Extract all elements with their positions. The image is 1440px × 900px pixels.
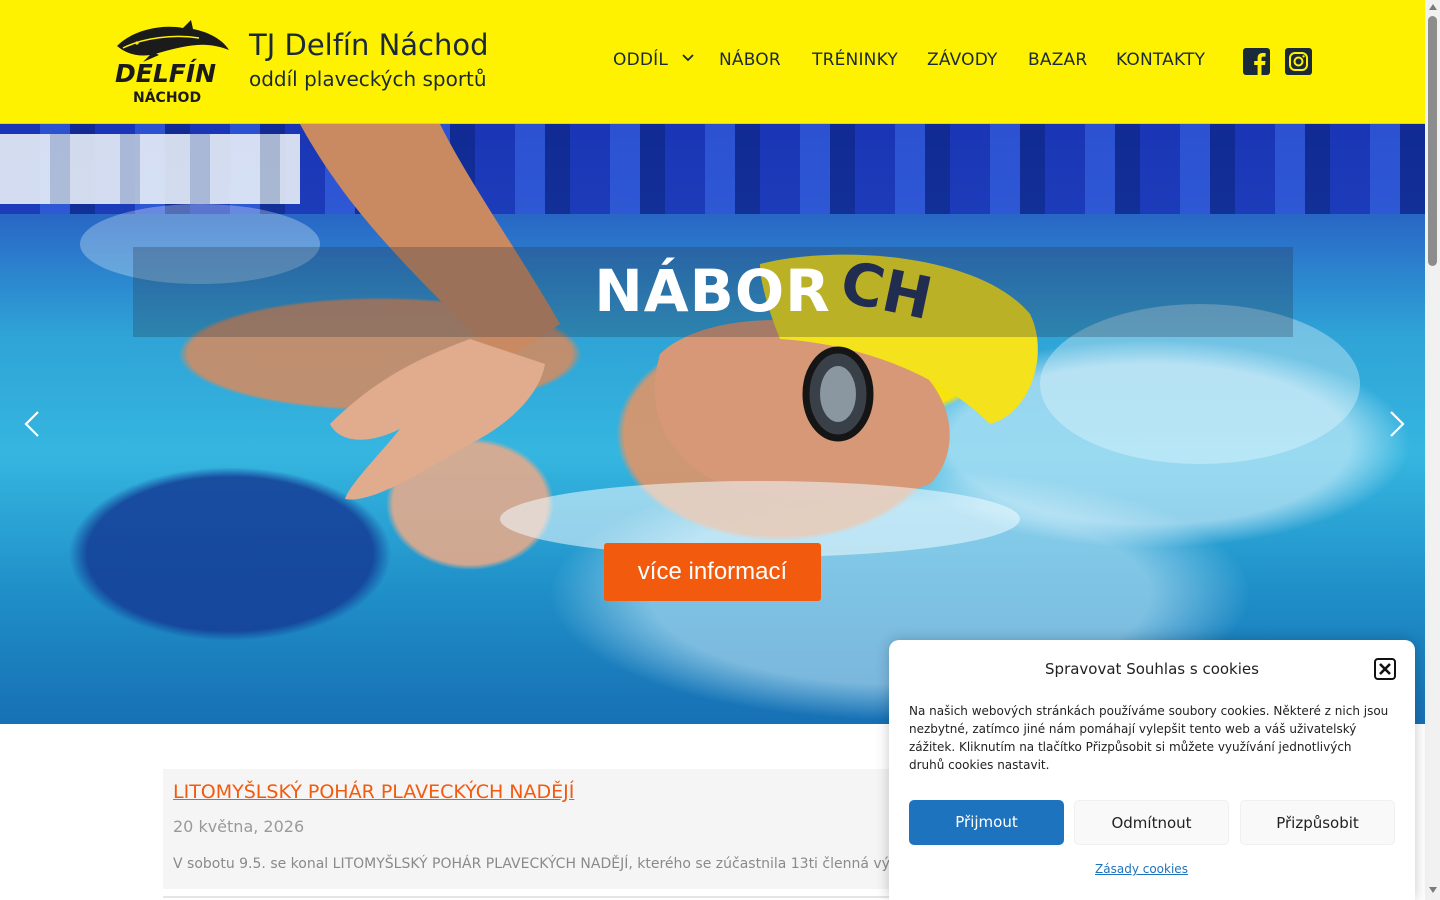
- site-title[interactable]: TJ Delfín Náchod: [249, 28, 489, 62]
- facebook-icon[interactable]: [1243, 48, 1270, 75]
- swimmer-photo: CH: [80, 124, 1360, 557]
- close-icon[interactable]: [1374, 658, 1396, 680]
- site-subtitle: oddíl plaveckých sportů: [249, 67, 487, 91]
- nav-item-treninky[interactable]: TRÉNINKY: [812, 50, 898, 74]
- cookie-dialog-text: Na našich webových stránkách používáme s…: [909, 704, 1389, 772]
- nav-item-bazar[interactable]: BAZAR: [1028, 50, 1087, 74]
- post-title-link[interactable]: LITOMYŠLSKÝ POHÁR PLAVECKÝCH NADĚJÍ: [173, 781, 574, 803]
- chevron-down-icon: [682, 54, 694, 62]
- cookie-consent-dialog: Spravovat Souhlas s cookies Na našich we…: [889, 640, 1415, 900]
- cookie-policy-link[interactable]: Zásady cookies: [889, 862, 1394, 876]
- customize-cookies-button[interactable]: Přizpůsobit: [1240, 800, 1395, 845]
- nav-item-zavody[interactable]: ZÁVODY: [927, 50, 998, 74]
- nav-item-oddil[interactable]: ODDÍL: [613, 50, 694, 74]
- scrollbar-thumb[interactable]: [1428, 16, 1437, 266]
- post-date: 20 května, 2026: [173, 817, 305, 836]
- nav-item-nabor[interactable]: NÁBOR: [719, 50, 781, 74]
- scroll-up-arrow-icon[interactable]: [1429, 4, 1437, 10]
- nav-item-kontakty[interactable]: KONTAKTY: [1116, 50, 1205, 74]
- svg-text:NÁCHOD: NÁCHOD: [133, 89, 201, 106]
- page-scrollbar[interactable]: [1425, 0, 1440, 900]
- nav-label-oddil: ODDÍL: [613, 50, 669, 70]
- cookie-dialog-title: Spravovat Souhlas s cookies: [1045, 660, 1259, 678]
- site-header: DELFÍN NÁCHOD TJ Delfín Náchod oddíl pla…: [0, 0, 1425, 124]
- svg-text:DELFÍN: DELFÍN: [115, 59, 216, 88]
- site-logo[interactable]: DELFÍN NÁCHOD: [113, 16, 235, 106]
- hero-slider: CH NÁBOR více informací: [0, 124, 1425, 724]
- slider-prev-arrow-icon[interactable]: [18, 409, 48, 439]
- post-excerpt: V sobotu 9.5. se konal LITOMYŠLSKÝ POHÁR…: [173, 856, 899, 872]
- accept-cookies-button[interactable]: Přijmout: [909, 800, 1064, 845]
- slider-next-arrow-icon[interactable]: [1381, 409, 1411, 439]
- scroll-down-arrow-icon[interactable]: [1429, 887, 1437, 893]
- hero-title: NÁBOR: [594, 257, 831, 325]
- instagram-icon[interactable]: [1285, 48, 1312, 75]
- more-info-button[interactable]: více informací: [604, 543, 821, 601]
- deny-cookies-button[interactable]: Odmítnout: [1074, 800, 1229, 845]
- dolphin-logo-icon: DELFÍN NÁCHOD: [115, 20, 229, 106]
